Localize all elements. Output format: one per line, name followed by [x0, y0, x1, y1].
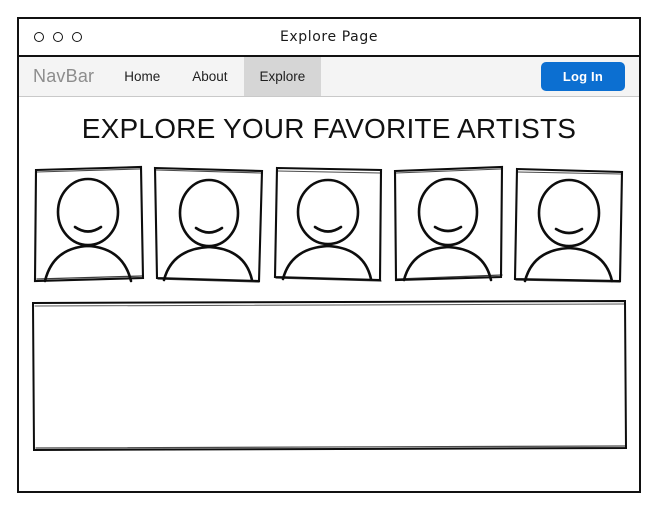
minimize-dot-icon[interactable]	[53, 32, 63, 42]
nav-item-home[interactable]: Home	[108, 57, 176, 96]
artist-avatar-card-1[interactable]	[31, 163, 147, 285]
window-title: Explore Page	[279, 29, 379, 45]
nav-item-about[interactable]: About	[176, 57, 243, 96]
artist-avatar-card-5[interactable]	[511, 163, 627, 285]
navbar-links: Home About Explore	[108, 57, 322, 96]
app-window: Explore Page NavBar Home About Explore L…	[17, 17, 641, 493]
artist-avatar-row	[29, 163, 629, 285]
content-panel[interactable]	[29, 298, 629, 453]
maximize-dot-icon[interactable]	[72, 32, 82, 42]
artist-avatar-card-4[interactable]	[391, 163, 507, 285]
login-button-container: Log In	[540, 57, 639, 96]
artist-avatar-card-3[interactable]	[271, 163, 387, 285]
navbar-spacer	[321, 57, 541, 96]
window-controls	[34, 32, 82, 42]
page-title: EXPLORE YOUR FAVORITE ARTISTS	[81, 113, 577, 144]
navbar-brand[interactable]: NavBar	[19, 57, 108, 96]
page-content: EXPLORE YOUR FAVORITE ARTISTS	[19, 97, 639, 491]
artist-avatar-card-2[interactable]	[151, 163, 267, 285]
login-button[interactable]: Log In	[540, 62, 625, 91]
window-titlebar: Explore Page	[19, 19, 639, 57]
navbar: NavBar Home About Explore Log In	[19, 57, 639, 97]
close-dot-icon[interactable]	[34, 32, 44, 42]
nav-item-explore[interactable]: Explore	[243, 57, 322, 96]
